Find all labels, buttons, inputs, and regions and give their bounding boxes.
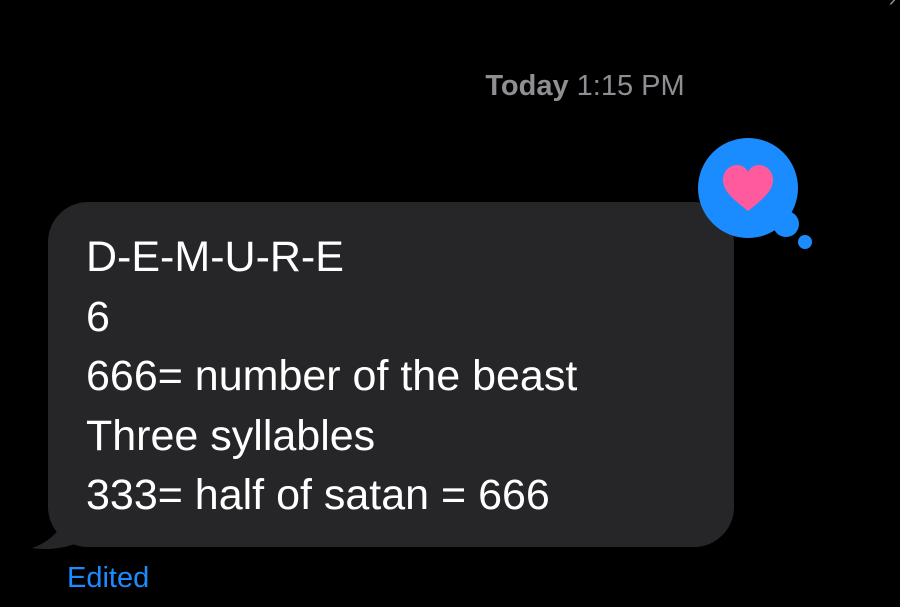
message-line: Three syllables <box>86 411 376 460</box>
edited-label[interactable]: Edited <box>67 562 149 595</box>
timestamp-time: 1:15 PM <box>576 70 685 102</box>
partial-top-right-glyph: › <box>889 0 896 12</box>
message-bubble[interactable]: D-E-M-U-R-E 6 666= number of the beast T… <box>48 202 734 547</box>
message-line: 6 <box>86 292 110 341</box>
message-line: 666= number of the beast <box>86 352 578 400</box>
message-line: 333= half of satan = 666 <box>86 471 550 519</box>
conversation-view: › Today 1:15 PM D-E-M-U-R-E 6 666= numbe… <box>0 0 900 607</box>
received-message[interactable]: D-E-M-U-R-E 6 666= number of the beast T… <box>30 202 734 550</box>
heart-reaction-badge <box>698 138 812 249</box>
tapback-reaction[interactable] <box>695 135 825 260</box>
message-line: D-E-M-U-R-E <box>86 233 344 281</box>
timestamp-day: Today <box>485 70 569 102</box>
message-timestamp: Today 1:15 PM <box>0 70 900 103</box>
